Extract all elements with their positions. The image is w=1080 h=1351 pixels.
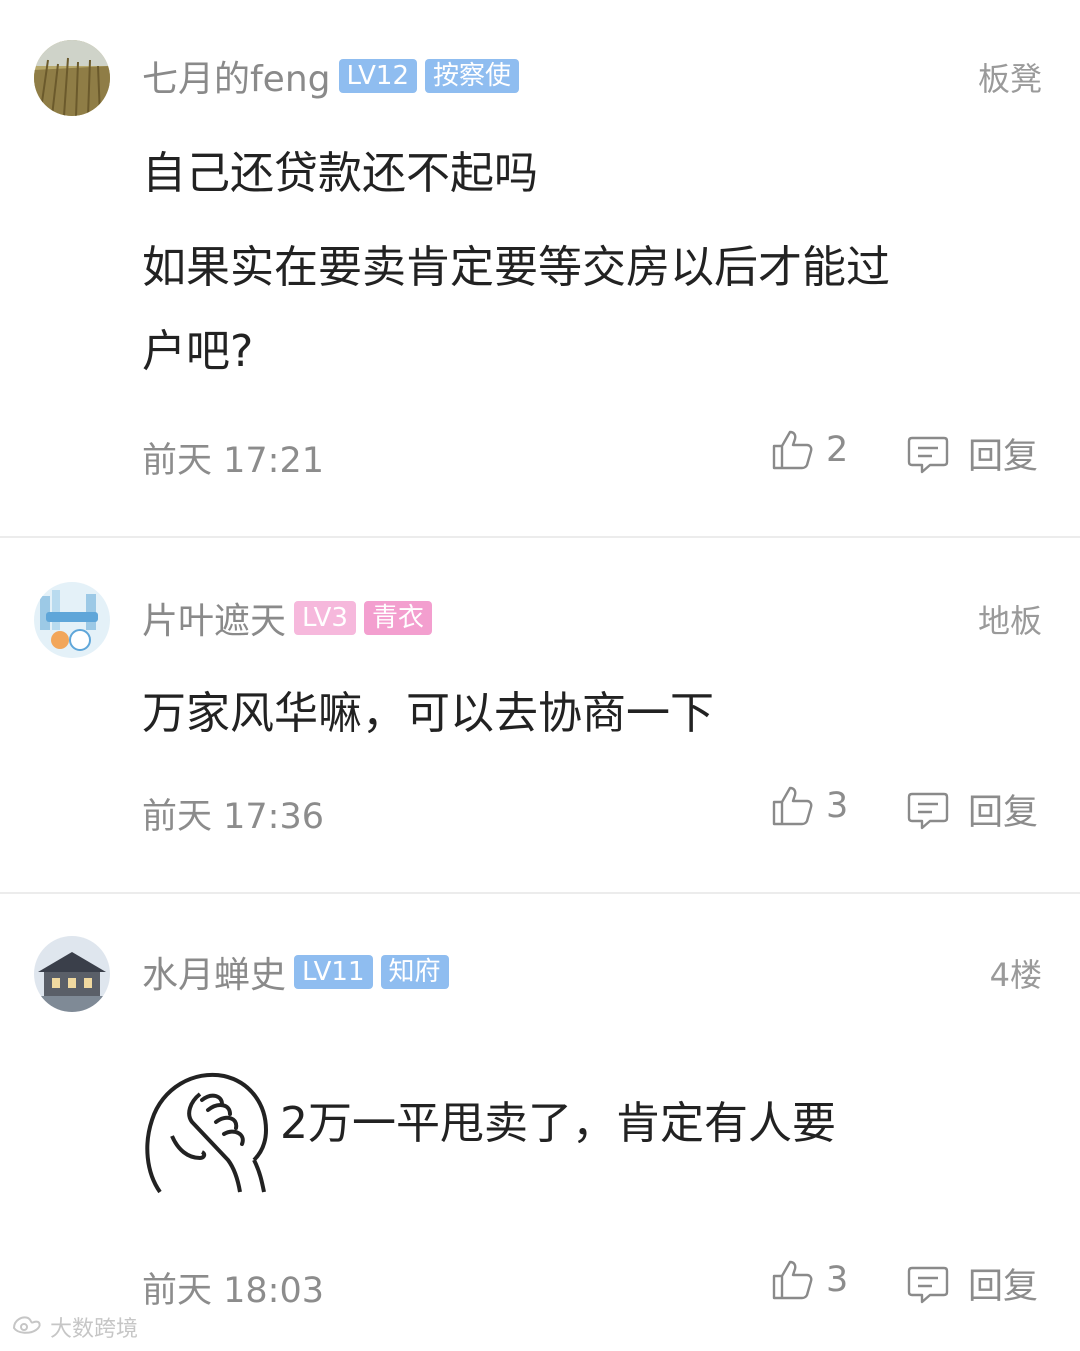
username[interactable]: 七月的feng — [142, 50, 331, 102]
level-badge: LV3 — [294, 601, 356, 635]
user-info: 七月的feng LV12 按察使 — [142, 56, 520, 100]
comment-item: 水月蝉史 LV11 知府 4楼 2万一平甩卖了，肯定有人要 前天 18:03 3… — [0, 894, 1080, 1351]
reply-button[interactable]: 回复 — [906, 784, 1038, 835]
comment-item: 片叶遮天 LV3 青衣 地板 万家风华嘛，可以去协商一下 前天 17:36 3 … — [0, 538, 1080, 892]
comment-line: 如果实在要卖肯定要等交房以后才能过 — [142, 242, 890, 293]
thumbs-up-icon — [770, 784, 814, 828]
user-info: 片叶遮天 LV3 青衣 — [142, 598, 432, 642]
comment-time: 前天 18:03 — [142, 1271, 324, 1311]
user-avatar[interactable] — [34, 936, 110, 1012]
comment-line: 自己还贷款还不起吗 — [142, 148, 538, 199]
like-button[interactable]: 3 — [770, 1258, 848, 1302]
like-button[interactable]: 3 — [770, 784, 848, 828]
watermark: 大数跨境 — [10, 1311, 138, 1343]
user-avatar[interactable] — [34, 40, 110, 116]
title-badge: 青衣 — [363, 601, 432, 635]
comment-text: 万家风华嘛，可以去协商一下 — [142, 662, 1022, 766]
comment-item: 七月的feng LV12 按察使 板凳 自己还贷款还不起吗 如果实在要卖肯定要等… — [0, 0, 1080, 536]
reply-label: 回复 — [968, 1267, 1039, 1307]
reply-label: 回复 — [968, 793, 1039, 833]
user-avatar[interactable] — [34, 582, 110, 658]
comment-bubble-icon — [906, 1262, 950, 1306]
like-count: 3 — [826, 786, 849, 826]
comment-line: 户吧? — [142, 326, 254, 377]
comment-text: 自己还贷款还不起吗 如果实在要卖肯定要等交房以后才能过 户吧? — [142, 122, 1022, 394]
thumbs-up-icon — [770, 428, 814, 472]
floor-label: 4楼 — [989, 956, 1042, 994]
thumbs-up-icon — [770, 1258, 814, 1302]
comment-line: 万家风华嘛，可以去协商一下 — [142, 688, 714, 739]
user-info: 水月蝉史 LV11 知府 — [142, 952, 449, 996]
username[interactable]: 片叶遮天 — [142, 592, 286, 644]
facepalm-emoji — [142, 1064, 272, 1202]
comment-time: 前天 17:36 — [142, 797, 324, 837]
username[interactable]: 水月蝉史 — [142, 946, 286, 998]
like-count: 3 — [826, 1260, 849, 1300]
level-badge: LV12 — [338, 59, 417, 93]
level-badge: LV11 — [294, 955, 373, 989]
comment-time: 前天 17:21 — [142, 441, 324, 481]
reply-button[interactable]: 回复 — [906, 428, 1038, 479]
floor-label: 地板 — [977, 602, 1042, 640]
like-count: 2 — [826, 430, 849, 470]
like-button[interactable]: 2 — [770, 428, 848, 472]
comment-line: 2万一平甩卖了，肯定有人要 — [280, 1098, 836, 1149]
reply-label: 回复 — [968, 437, 1039, 477]
floor-label: 板凳 — [977, 60, 1042, 98]
comment-bubble-icon — [906, 432, 950, 476]
weibo-logo-icon — [10, 1312, 46, 1342]
reply-button[interactable]: 回复 — [906, 1258, 1038, 1309]
watermark-text: 大数跨境 — [50, 1317, 139, 1342]
comment-text: 2万一平甩卖了，肯定有人要 — [280, 1072, 1040, 1176]
title-badge: 按察使 — [425, 59, 520, 93]
title-badge: 知府 — [380, 955, 449, 989]
comment-bubble-icon — [906, 788, 950, 832]
